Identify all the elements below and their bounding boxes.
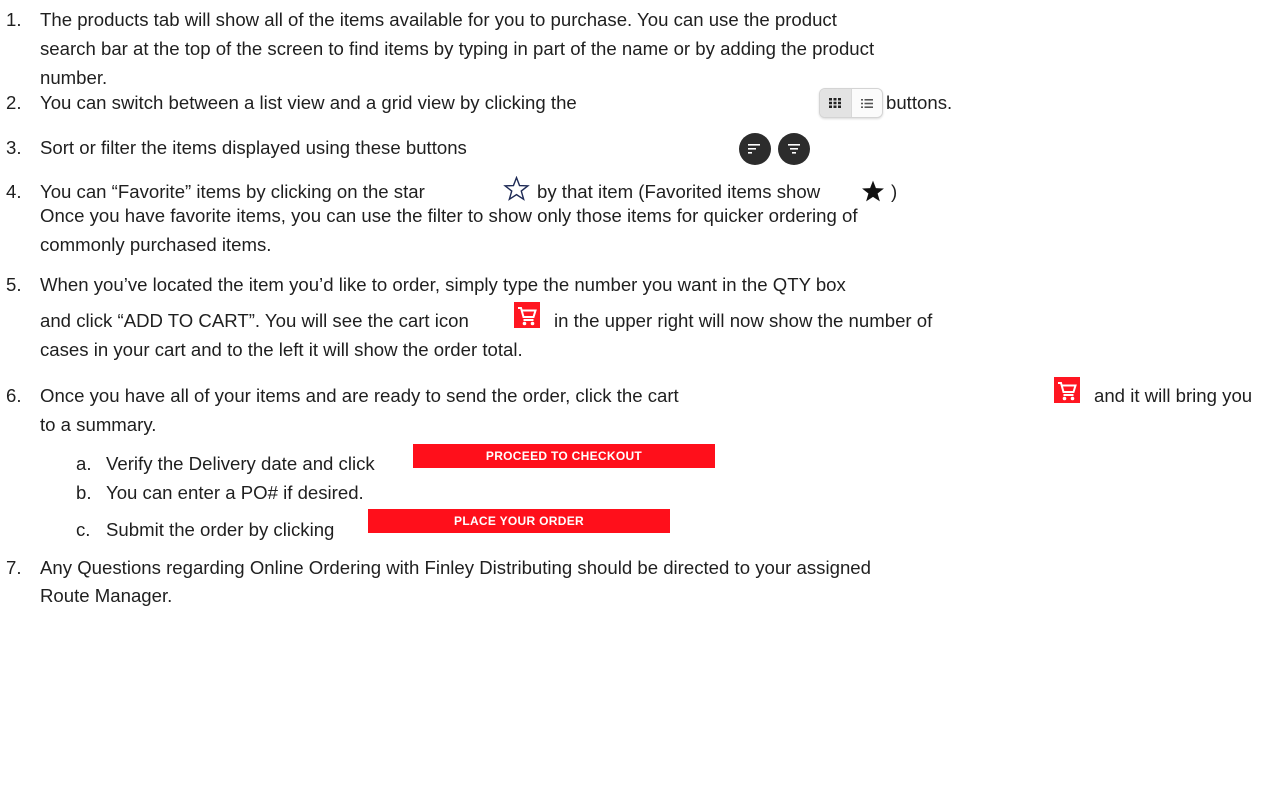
sort-icon <box>748 144 760 154</box>
item-text-line: to a summary. <box>40 414 157 435</box>
item-text-line: When you’ve located the item you’d like … <box>40 274 846 295</box>
item-text: by that item (Favorited items show <box>537 181 821 202</box>
item-text: You can “Favorite” items by clicking on … <box>40 181 425 202</box>
item-text-line: Any Questions regarding Online Ordering … <box>40 557 871 578</box>
grid-view-button[interactable] <box>820 89 851 117</box>
sub-item-text: Submit the order by clicking <box>106 519 335 540</box>
item-text-line: Route Manager. <box>40 585 173 606</box>
cart-glyph <box>518 307 537 326</box>
item-text: You can switch between a list view and a… <box>40 92 577 113</box>
item-number: 1. <box>6 9 22 30</box>
item-text: Sort or filter the items displayed using… <box>40 137 467 158</box>
sub-item-text: You can enter a PO# if desired. <box>106 482 364 503</box>
item-text-line: number. <box>40 67 108 88</box>
instructions-document: 1. The products tab will show all of the… <box>0 0 1286 791</box>
item-text: in the upper right will now show the num… <box>554 310 933 331</box>
item-text-line: The products tab will show all of the it… <box>40 9 837 30</box>
item-text: buttons. <box>886 92 953 113</box>
item-number: 5. <box>6 274 22 295</box>
star-outline-icon[interactable] <box>503 176 530 202</box>
item-number: 6. <box>6 385 22 406</box>
filter-button[interactable] <box>778 133 810 165</box>
item-number: 4. <box>6 181 22 202</box>
cart-icon[interactable] <box>514 302 540 328</box>
item-text-line: Once you have favorite items, you can us… <box>40 205 858 226</box>
view-toggle-buttons[interactable] <box>819 88 883 118</box>
item-text: and it will bring you <box>1094 385 1253 406</box>
item-text: ) <box>891 181 898 202</box>
item-number: 7. <box>6 557 22 578</box>
star-filled-icon <box>862 180 884 202</box>
item-number: 2. <box>6 92 22 113</box>
list-view-button[interactable] <box>850 89 882 117</box>
sub-item-text: Verify the Delivery date and click <box>106 453 375 474</box>
item-number: 3. <box>6 137 22 158</box>
sort-button[interactable] <box>739 133 771 165</box>
grid-view-icon <box>829 98 842 108</box>
cart-icon[interactable] <box>1054 377 1080 403</box>
sub-item-number: c. <box>76 519 91 540</box>
cart-glyph <box>1058 382 1077 401</box>
item-text-line: cases in your cart and to the left it wi… <box>40 339 523 360</box>
place-your-order-button[interactable]: PLACE YOUR ORDER <box>368 509 670 533</box>
proceed-to-checkout-button[interactable]: PROCEED TO CHECKOUT <box>413 444 715 468</box>
item-text: and click “ADD TO CART”. You will see th… <box>40 310 469 331</box>
filter-icon <box>788 144 800 154</box>
item-text-line: search bar at the top of the screen to f… <box>40 38 875 59</box>
sub-item-number: a. <box>76 453 92 474</box>
list-view-icon <box>860 98 873 108</box>
item-text: Once you have all of your items and are … <box>40 385 679 406</box>
sub-item-number: b. <box>76 482 92 503</box>
item-text-line: commonly purchased items. <box>40 234 272 255</box>
